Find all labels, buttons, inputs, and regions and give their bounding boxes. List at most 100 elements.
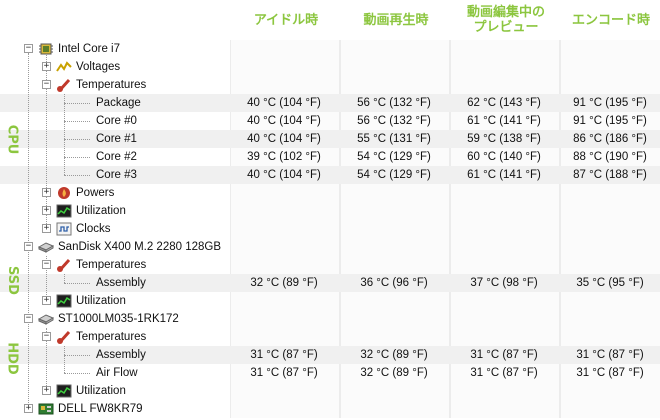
tree-item-label: Core #0 [96,115,137,127]
value-cell: 54 °C (129 °F) [357,151,431,163]
tree-item-hdd-temperatures[interactable]: Temperatures [56,328,146,346]
thermometer-icon [56,330,72,344]
tree-item-ssd-utilization[interactable]: Utilization [56,292,126,310]
expand-toggle[interactable]: + [24,404,33,413]
tree-item-ssd-temperatures[interactable]: Temperatures [56,256,146,274]
tree-line [64,283,90,284]
tree-line [64,103,90,104]
value-cell: 56 °C (132 °F) [357,97,431,109]
tree-line [64,94,65,175]
tree-item-label: Temperatures [76,259,147,271]
value-cell: 31 °C (87 °F) [250,349,318,361]
value-cell: 40 °C (104 °F) [247,97,321,109]
value-cell: 32 °C (89 °F) [360,367,428,379]
tree-item-label: Utilization [76,295,126,307]
voltage-icon [56,60,72,74]
tree-item-package[interactable]: Package [96,94,141,112]
tree-item-core3[interactable]: Core #3 [96,166,137,184]
tree-line [64,346,65,373]
tree-item-hdd[interactable]: ST1000LM035-1RK172 [37,310,179,328]
expand-toggle[interactable]: + [42,206,51,215]
tree-item-label: Core #2 [96,151,137,163]
value-cell: 61 °C (141 °F) [467,169,541,181]
tree-item-label: Clocks [76,223,111,235]
column-header-idle: アイドル時 [253,12,319,28]
value-cell: 40 °C (104 °F) [247,169,321,181]
flame-icon [56,186,72,200]
value-cell: 88 °C (190 °F) [573,151,647,163]
value-cell: 91 °C (195 °F) [573,97,647,109]
tree-item-cpu[interactable]: Intel Core i7 [38,40,120,58]
tree-item-utilization[interactable]: Utilization [56,202,126,220]
value-cell: 31 °C (87 °F) [576,367,644,379]
tree-line [64,373,90,374]
chip-icon [38,42,54,56]
tree-item-cpu-temperatures[interactable]: Temperatures [56,76,146,94]
tree-item-hdd-utilization[interactable]: Utilization [56,382,126,400]
value-cell: 32 °C (89 °F) [360,349,428,361]
tree-item-label: Utilization [76,205,126,217]
tree-item-hdd-airflow[interactable]: Air Flow [96,364,138,382]
value-cell: 91 °C (195 °F) [573,115,647,127]
collapse-toggle[interactable]: − [24,314,33,323]
drive-icon [37,312,55,326]
tree-line [64,355,90,356]
tree-line [64,139,90,140]
tree-item-clocks[interactable]: Clocks [56,220,111,238]
expand-toggle[interactable]: + [42,62,51,71]
value-cell: 54 °C (129 °F) [357,169,431,181]
tree-item-core1[interactable]: Core #1 [96,130,137,148]
expand-toggle[interactable]: + [42,188,51,197]
tree-line [64,175,90,176]
tree-item-label: Air Flow [96,367,138,379]
tree-item-label: Voltages [76,61,121,73]
column-header-edit-preview: 動画編集中の プレビュー [466,5,545,35]
utilization-icon [56,294,72,308]
tree-line [64,121,90,122]
value-cell: 31 °C (87 °F) [470,349,538,361]
tree-item-ssd[interactable]: SanDisk X400 M.2 2280 128GB [37,238,222,256]
hardware-monitor-window: アイドル時 動画再生時 動画編集中の プレビュー エンコード時 CPU SSD … [0,0,660,420]
value-cell: 31 °C (87 °F) [250,367,318,379]
tree-item-label: Core #1 [96,133,137,145]
tree-item-motherboard[interactable]: DELL FW8KR79 [38,400,143,418]
value-cell: 40 °C (104 °F) [247,115,321,127]
value-cell: 87 °C (188 °F) [573,169,647,181]
collapse-toggle[interactable]: − [42,332,51,341]
expand-toggle[interactable]: + [42,224,51,233]
tree-item-label: Core #3 [96,169,137,181]
tree-item-label: ST1000LM035-1RK172 [58,313,179,325]
collapse-toggle[interactable]: − [42,80,51,89]
tree-item-ssd-assembly[interactable]: Assembly [96,274,146,292]
tree-line [64,157,90,158]
value-cell: 86 °C (186 °F) [573,133,647,145]
tree-item-label: Temperatures [76,331,147,343]
tree-item-core2[interactable]: Core #2 [96,148,137,166]
tree-item-label: DELL FW8KR79 [58,403,143,415]
tree-item-powers[interactable]: Powers [56,184,114,202]
tree-item-voltages[interactable]: Voltages [56,58,120,76]
tree-item-label: Temperatures [76,79,147,91]
utilization-icon [56,204,72,218]
section-label-ssd: SSD [4,265,20,295]
section-label-cpu: CPU [4,124,20,154]
motherboard-icon [38,402,54,416]
collapse-toggle[interactable]: − [42,260,51,269]
tree-item-label: SanDisk X400 M.2 2280 128GB [58,241,222,253]
thermometer-icon [56,258,72,272]
tree-line [28,53,29,409]
tree-item-label: Assembly [96,349,146,361]
expand-toggle[interactable]: + [42,296,51,305]
tree-item-label: Intel Core i7 [58,43,121,55]
value-cell: 55 °C (131 °F) [357,133,431,145]
expand-toggle[interactable]: + [42,386,51,395]
tree-item-hdd-assembly[interactable]: Assembly [96,346,146,364]
value-cell: 56 °C (132 °F) [357,115,431,127]
value-cell: 59 °C (138 °F) [467,133,541,145]
value-cell: 37 °C (98 °F) [470,277,538,289]
column-header-video-playback: 動画再生時 [363,12,429,28]
tree-item-core0[interactable]: Core #0 [96,112,137,130]
drive-icon [37,240,55,254]
collapse-toggle[interactable]: − [24,242,33,251]
collapse-toggle[interactable]: − [24,44,33,53]
